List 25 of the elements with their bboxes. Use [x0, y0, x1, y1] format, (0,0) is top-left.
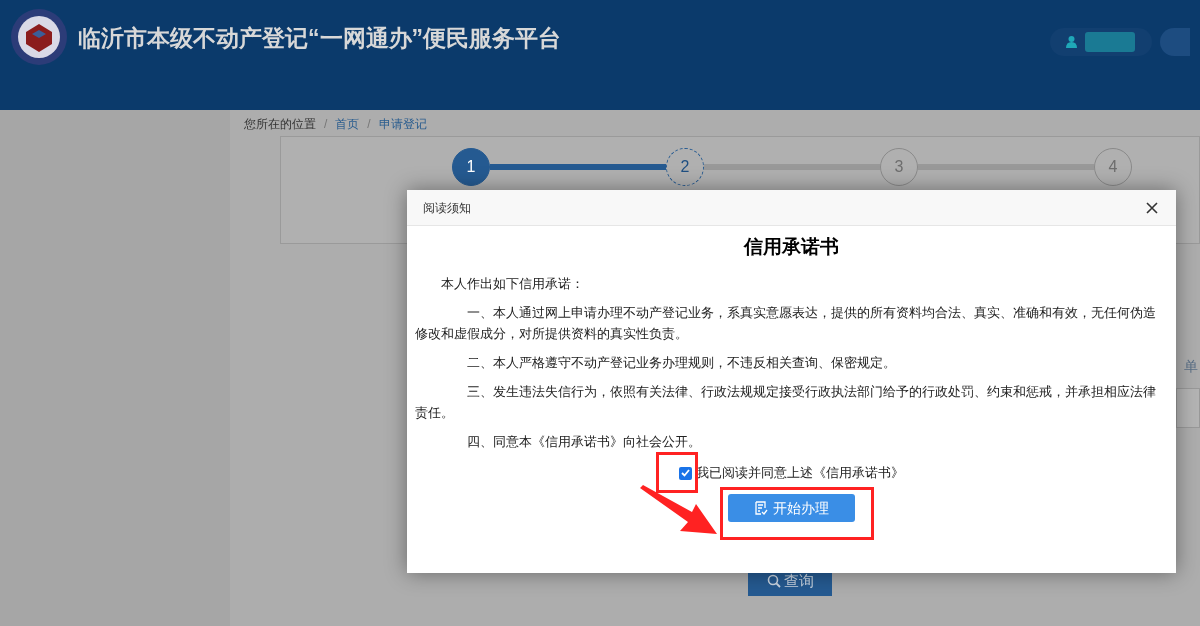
logo-icon [10, 8, 68, 66]
document-heading: 信用承诺书 [742, 235, 840, 259]
search-icon [766, 574, 781, 588]
start-button[interactable]: 开始办理 [728, 494, 855, 522]
user-pill[interactable] [1050, 28, 1152, 56]
breadcrumb-separator: / [324, 116, 328, 133]
dialog-title: 阅读须知 [423, 199, 471, 217]
pledge-paragraph: 四、同意本《信用承诺书》向社会公开。 [466, 433, 702, 451]
site-title: 临沂市本级不动产登记“一网通办”便民服务平台 [78, 24, 561, 53]
highlight-frame [656, 452, 698, 493]
blurred-username [1085, 32, 1135, 52]
background-text: 单 [1184, 357, 1198, 376]
agree-checkbox[interactable] [679, 466, 692, 480]
breadcrumb-link[interactable]: 首页 [335, 115, 360, 133]
breadcrumb-link[interactable]: 申请登记 [378, 115, 427, 133]
close-icon [1146, 201, 1158, 214]
user-icon [1066, 36, 1077, 48]
breadcrumb-separator: / [367, 116, 371, 133]
pledge-paragraph: 二、本人严格遵守不动产登记业务办理规则，不违反相关查询、保密规定。 [466, 354, 897, 372]
breadcrumb-label: 您所在的位置 [244, 116, 316, 133]
intro-text: 本人作出如下信用承诺： [440, 274, 585, 293]
form-icon [754, 501, 768, 515]
pledge-paragraph: 一、本人通过网上申请办理不动产登记业务，系真实意愿表达，提供的所有资料均合法、真实、准确和有效，无任何伪造修改和虚假成分，对所提供资料的真实性负责。 [415, 304, 1157, 343]
pledge-paragraph: 三、发生违法失信行为，依照有关法律、行政法规规定接受行政执法部门给予的行政处罚、约束和惩戒，并承担相应法律责任。 [415, 383, 1157, 422]
close-button[interactable] [1146, 200, 1160, 215]
